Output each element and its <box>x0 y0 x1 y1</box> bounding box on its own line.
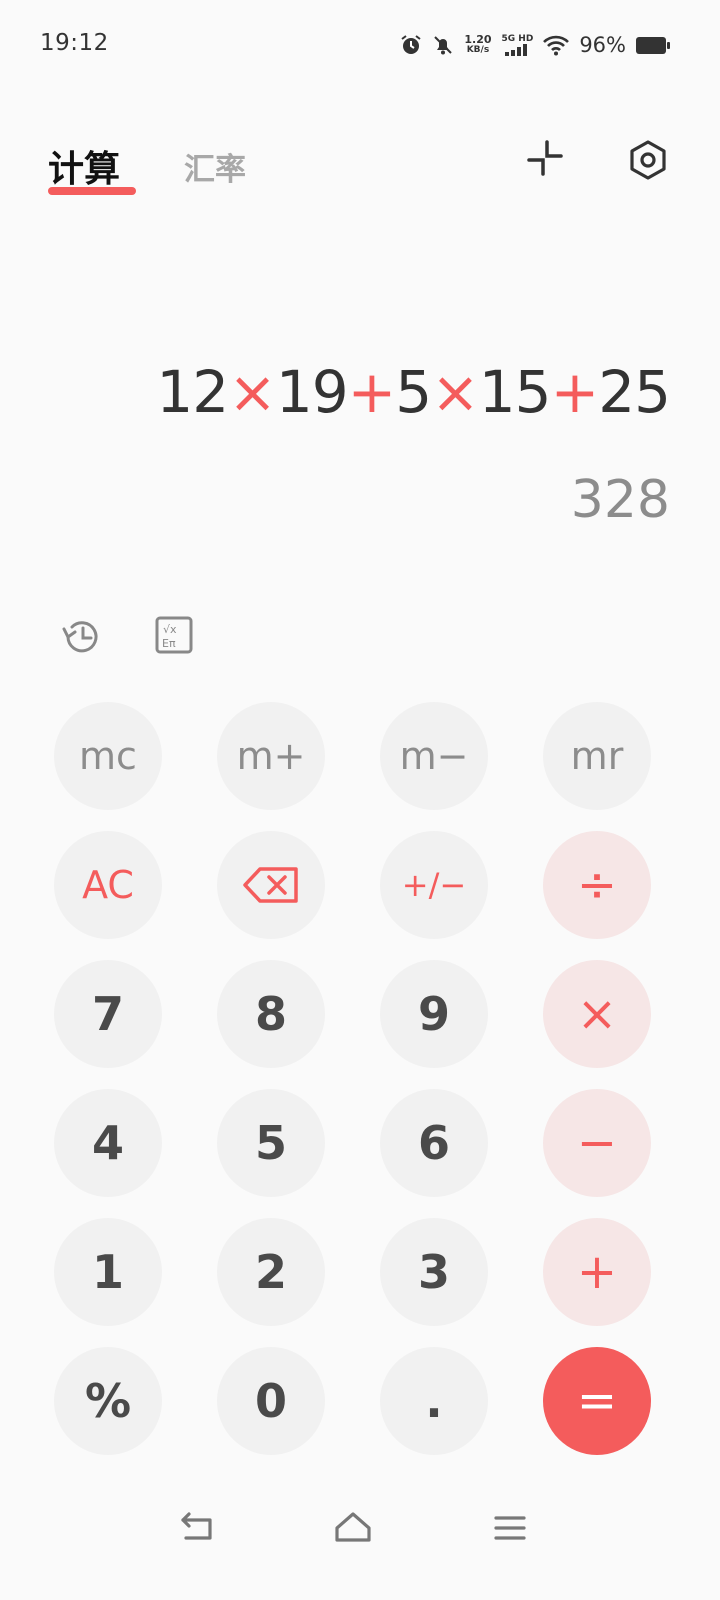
memory-recall-button[interactable]: mr <box>543 702 651 810</box>
svg-text:Eπ: Eπ <box>162 637 176 650</box>
percent-button[interactable]: % <box>54 1347 162 1455</box>
expression-operator: + <box>347 358 397 426</box>
tab-calculator[interactable]: 计算 <box>48 140 120 192</box>
wifi-icon <box>543 35 570 56</box>
menu-icon[interactable] <box>490 1508 530 1548</box>
divide-button[interactable]: ÷ <box>543 831 651 939</box>
memory-add-button[interactable]: m+ <box>217 702 325 810</box>
digit-4-button[interactable]: 4 <box>54 1089 162 1197</box>
plus-minus-button[interactable]: +/− <box>380 831 488 939</box>
battery-icon <box>636 36 670 54</box>
decimal-point-button[interactable]: . <box>380 1347 488 1455</box>
expression-number: 25 <box>598 358 671 426</box>
digit-2-button[interactable]: 2 <box>217 1218 325 1326</box>
tab-exchange-rate[interactable]: 汇率 <box>184 144 246 189</box>
cellular-indicator: 5G HD <box>501 34 534 56</box>
digit-8-button[interactable]: 8 <box>217 960 325 1068</box>
add-button[interactable]: + <box>543 1218 651 1326</box>
history-icon[interactable] <box>60 615 104 659</box>
expression-number: 12 <box>156 358 229 426</box>
compact-mode-icon[interactable] <box>525 138 565 178</box>
battery-percent: 96% <box>579 33 626 57</box>
digit-0-button[interactable]: 0 <box>217 1347 325 1455</box>
status-indicators: 1.20 KB/s 5G HD 96% <box>400 30 670 60</box>
multiply-button[interactable]: × <box>543 960 651 1068</box>
expression-operator: × <box>431 358 480 426</box>
mute-icon <box>434 36 453 55</box>
digit-3-button[interactable]: 3 <box>380 1218 488 1326</box>
status-time: 19:12 <box>40 30 109 56</box>
scientific-mode-icon[interactable]: √x Eπ <box>154 615 194 655</box>
backspace-button[interactable] <box>217 831 325 939</box>
memory-clear-button[interactable]: mc <box>54 702 162 810</box>
settings-icon[interactable] <box>628 140 668 180</box>
network-type: 5G HD <box>501 34 534 44</box>
digit-9-button[interactable]: 9 <box>380 960 488 1068</box>
expression-number: 5 <box>395 358 432 426</box>
network-speed-value: 1.20 <box>464 33 492 46</box>
expression-operator: + <box>550 358 600 426</box>
home-icon[interactable] <box>333 1508 373 1548</box>
back-icon[interactable] <box>178 1508 218 1548</box>
digit-5-button[interactable]: 5 <box>217 1089 325 1197</box>
result-display: 328 <box>570 470 670 530</box>
expression-operator: × <box>228 358 277 426</box>
network-speed-unit: KB/s <box>466 45 490 55</box>
digit-1-button[interactable]: 1 <box>54 1218 162 1326</box>
expression-display: 12×19+5×15+25 <box>156 358 671 426</box>
expression-number: 15 <box>478 358 552 426</box>
network-speed: 1.20 KB/s <box>464 34 491 56</box>
digit-7-button[interactable]: 7 <box>54 960 162 1068</box>
digit-6-button[interactable]: 6 <box>380 1089 488 1197</box>
signal-icon <box>505 44 528 56</box>
all-clear-button[interactable]: AC <box>54 831 162 939</box>
subtract-button[interactable]: − <box>543 1089 651 1197</box>
active-tab-indicator <box>48 187 136 195</box>
svg-text:√x: √x <box>163 623 177 636</box>
equals-button[interactable]: = <box>543 1347 651 1455</box>
memory-subtract-button[interactable]: m− <box>380 702 488 810</box>
expression-number: 19 <box>275 358 349 426</box>
backspace-icon <box>243 867 298 903</box>
alarm-icon <box>401 35 421 54</box>
